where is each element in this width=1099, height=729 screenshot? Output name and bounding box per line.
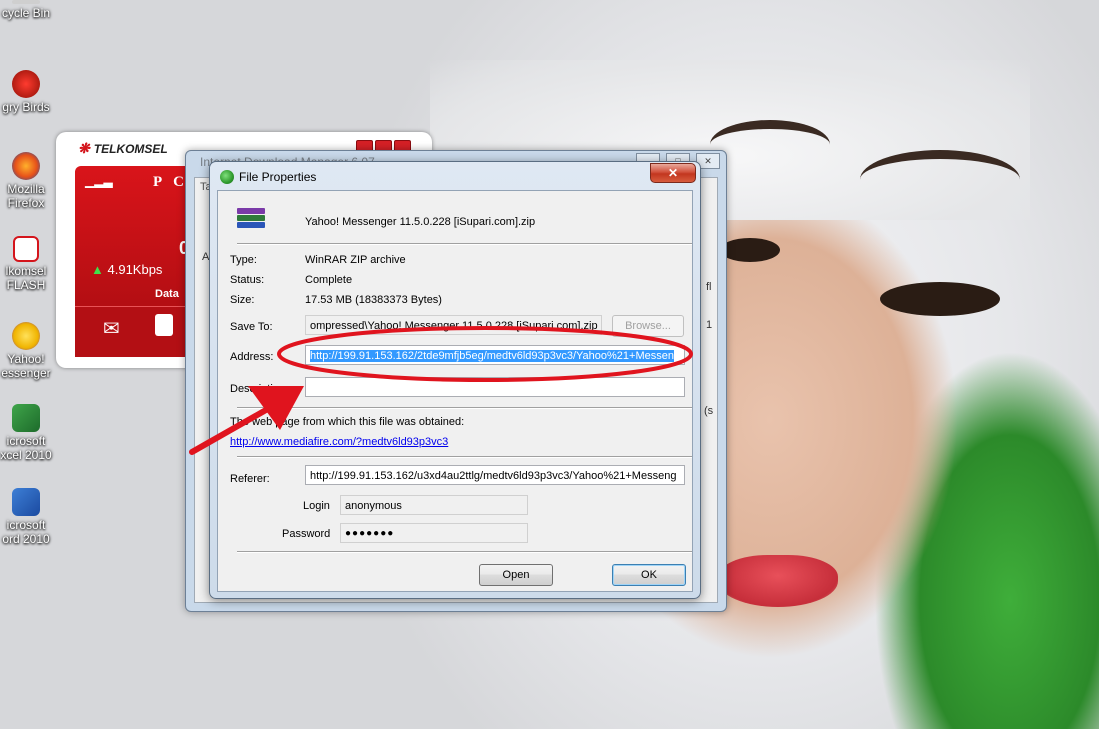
address-label: Address:: [230, 351, 274, 363]
contacts-icon[interactable]: [155, 314, 173, 336]
idm-globe-icon: [220, 170, 234, 184]
description-label: Description:: [230, 383, 289, 395]
password-field[interactable]: ●●●●●●●: [340, 523, 528, 543]
size-label: Size:: [230, 294, 255, 306]
telkomsel-toolbar: [75, 306, 195, 357]
save-to-field[interactable]: ompressed\Yahoo! Messenger 11.5.0.228 [i…: [305, 315, 602, 335]
telkomsel-header: P C: [153, 174, 188, 190]
mail-icon[interactable]: ✉: [103, 316, 120, 341]
desktop-icon-excel[interactable]: icrosoft xcel 2010: [0, 404, 52, 462]
desktop-icon-label: Mozilla Firefox: [7, 182, 45, 210]
divider: [237, 551, 692, 553]
telkomsel-logo: ❋ TELKOMSEL: [78, 140, 168, 157]
close-button[interactable]: ✕: [650, 163, 696, 183]
speed-value: 4.91Kbps: [107, 262, 163, 277]
telkomsel-flash-icon: [13, 236, 39, 262]
wallpaper-eye: [880, 282, 1000, 316]
size-value: 17.53 MB (18383373 Bytes): [305, 294, 442, 306]
word-icon: [12, 488, 40, 516]
type-value: WinRAR ZIP archive: [305, 254, 406, 266]
desktop-icon-recycle-bin[interactable]: cycle Bin: [0, 0, 52, 20]
desktop-icon-firefox[interactable]: Mozilla Firefox: [0, 152, 52, 210]
desktop-icon-telkomsel-flash[interactable]: lkomsel FLASH: [0, 236, 52, 292]
yahoo-messenger-icon: [12, 322, 40, 350]
wallpaper-eyebrow: [710, 120, 830, 169]
dialog-titlebar[interactable]: File Properties ✕: [210, 162, 700, 190]
desktop-icon-label: lkomsel FLASH: [5, 264, 47, 292]
status-label: Status:: [230, 274, 265, 286]
telkomsel-brand: TELKOMSEL: [93, 142, 168, 156]
open-button[interactable]: Open: [479, 564, 553, 586]
address-field[interactable]: http://199.91.153.162/2tde9mfjb5eg/medtv…: [305, 345, 685, 365]
type-label: Type:: [230, 254, 257, 266]
desktop-icon-label: icrosoft ord 2010: [2, 518, 50, 546]
dialog-content: Yahoo! Messenger 11.5.0.228 [iSupari.com…: [217, 190, 693, 592]
background-window-fragment: (s: [704, 405, 714, 417]
referer-label: Referer:: [230, 473, 270, 485]
wallpaper-eyebrow: [860, 150, 1020, 209]
telkomsel-mark-icon: ❋: [78, 140, 90, 156]
divider: [237, 407, 692, 409]
file-properties-dialog[interactable]: File Properties ✕ Yahoo! Messenger 11.5.…: [209, 161, 701, 599]
telkomsel-speed: ▲ 4.91Kbps: [91, 262, 162, 277]
address-value: http://199.91.153.162/2tde9mfjb5eg/medtv…: [310, 350, 674, 362]
ok-button[interactable]: OK: [612, 564, 686, 586]
referer-field[interactable]: http://199.91.153.162/u3xd4au2ttlg/medtv…: [305, 465, 685, 485]
angry-birds-icon: [12, 70, 40, 98]
wallpaper-lips: [718, 555, 838, 607]
desktop-icon-label: icrosoft xcel 2010: [0, 434, 52, 462]
password-label: Password: [282, 528, 331, 540]
telkomsel-panel: ▁▂▃ P C 00 ▲ 4.91Kbps Data ✉: [75, 166, 199, 357]
desktop-icon-word[interactable]: icrosoft ord 2010: [0, 488, 52, 546]
desktop-icon-angry-birds[interactable]: gry Birds: [0, 70, 52, 114]
firefox-icon: [12, 152, 40, 180]
upload-arrow-icon: ▲: [91, 262, 104, 277]
file-name: Yahoo! Messenger 11.5.0.228 [iSupari.com…: [305, 216, 536, 228]
background-window-fragment: fl: [706, 281, 712, 293]
divider: [237, 456, 692, 458]
excel-icon: [12, 404, 40, 432]
login-label: Login: [303, 500, 330, 512]
login-field[interactable]: anonymous: [340, 495, 528, 515]
save-to-label: Save To:: [230, 321, 273, 333]
desktop-icon-label: Yahoo! essenger: [1, 352, 51, 380]
web-page-label: The web page from which this file was ob…: [230, 416, 465, 428]
winrar-archive-icon: [237, 208, 265, 232]
recycle-bin-icon: [12, 0, 40, 4]
status-value: Complete: [305, 274, 353, 286]
divider: [237, 243, 692, 245]
desktop-icon-label: cycle Bin: [1, 6, 51, 20]
background-window-fragment: 1: [706, 319, 713, 331]
web-page-link[interactable]: http://www.mediafire.com/?medtv6ld93p3vc…: [230, 436, 448, 448]
browse-button[interactable]: Browse...: [612, 315, 684, 337]
description-field[interactable]: [305, 377, 685, 397]
telkomsel-data-label: Data: [155, 288, 179, 300]
wallpaper-eye: [720, 238, 780, 262]
desktop-icon-label: gry Birds: [2, 100, 50, 114]
desktop-icon-yahoo-messenger[interactable]: Yahoo! essenger: [0, 322, 52, 380]
signal-icon: ▁▂▃: [85, 174, 113, 188]
dialog-title: File Properties: [239, 170, 317, 184]
